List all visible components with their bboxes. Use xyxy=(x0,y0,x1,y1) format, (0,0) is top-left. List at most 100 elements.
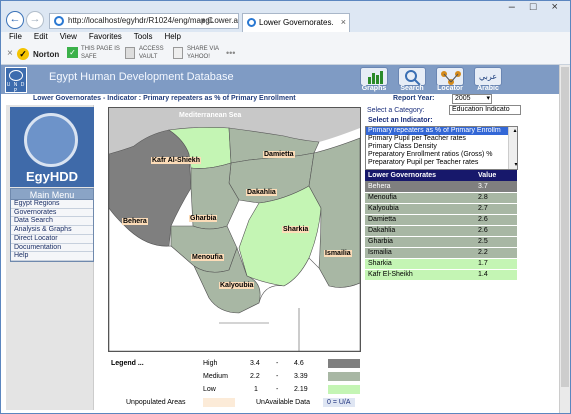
tab-title: Lower Governorates. xyxy=(259,18,334,27)
legend-title: Legend ... xyxy=(111,360,144,367)
search-button[interactable] xyxy=(398,67,426,86)
table-row[interactable]: Behera 3.7 xyxy=(365,181,517,193)
report-year-select[interactable]: 2005 ▾ xyxy=(452,94,492,104)
label-sharkia: Sharkia xyxy=(282,226,310,233)
locator-button[interactable] xyxy=(436,67,464,86)
scroll-down-icon[interactable]: ▾ xyxy=(511,161,517,169)
table-row[interactable]: Gharbia 2.5 xyxy=(365,236,517,248)
menu-item-data-search[interactable]: Data Search xyxy=(11,217,93,227)
map-svg xyxy=(108,108,361,352)
share-line1[interactable]: SHARE VIA xyxy=(187,46,219,52)
label-kafr-al-shiekh: Kafr Al-Shiekh xyxy=(151,157,201,164)
forward-button[interactable]: → xyxy=(26,11,44,29)
legend-medium-dash: - xyxy=(276,373,279,380)
legend-high-min: 3.4 xyxy=(250,360,260,367)
toolbar-close-icon[interactable]: × xyxy=(7,48,13,59)
category-select[interactable]: Education Indicato xyxy=(449,105,521,115)
scroll-up-icon[interactable]: ▴ xyxy=(511,127,517,135)
site-header: U N D P Egypt Human Development Database… xyxy=(1,65,559,94)
menu-item-egypt-regions[interactable]: Egypt Regions xyxy=(11,200,93,209)
table-body: Behera 3.7 Menoufia 2.8 Kalyoubia 2.7 Damietta… xyxy=(365,181,517,281)
indicator-label: Select an Indicator: xyxy=(368,117,433,124)
legend-unpopulated-label: Unpopulated Areas xyxy=(126,399,186,406)
safe-line1: THIS PAGE IS xyxy=(81,46,120,52)
legend-low-max: 2.19 xyxy=(294,386,308,393)
back-button[interactable]: ← xyxy=(6,11,24,29)
governorates-table: Lower Governorates Value Behera 3.7 Menouf… xyxy=(365,170,517,281)
arabic-label[interactable]: Arabic xyxy=(468,85,508,92)
menu-item-help[interactable]: Help xyxy=(11,252,93,261)
locator-label[interactable]: Locator xyxy=(430,85,470,92)
safe-check-icon: ✓ xyxy=(67,47,78,58)
menu-tools[interactable]: Tools xyxy=(134,32,153,41)
logo-text: EgyHDD xyxy=(25,169,78,184)
indicator-option-selected[interactable]: Primary repeaters as % of Primary Enroll… xyxy=(366,127,517,135)
menu-edit[interactable]: Edit xyxy=(34,32,48,41)
table-row[interactable]: Ismailia 2.2 xyxy=(365,247,517,259)
governorate-name: Dakahlia xyxy=(365,225,475,237)
legend-low-swatch xyxy=(328,385,360,394)
label-menoufia: Menoufia xyxy=(191,254,224,261)
search-label[interactable]: Search xyxy=(392,85,432,92)
indicator-option[interactable]: Preparatory Enrollment ratios (Gross) % xyxy=(366,151,517,159)
tab-close-icon[interactable]: × xyxy=(341,14,346,31)
indicator-list[interactable]: Primary repeaters as % of Primary Enroll… xyxy=(365,126,518,170)
arabic-icon: عربي xyxy=(478,72,498,81)
label-behera: Behera xyxy=(122,218,148,225)
governorate-name: Behera xyxy=(365,181,475,193)
menu-view[interactable]: View xyxy=(60,32,77,41)
menu-item-direct-locator[interactable]: Direct Locator xyxy=(11,235,93,244)
menu-item-governorates[interactable]: Governorates xyxy=(11,209,93,218)
menu-help[interactable]: Help xyxy=(164,32,180,41)
globe-icon xyxy=(24,113,78,167)
vault-line2[interactable]: VAULT xyxy=(139,54,157,60)
map-legend: Legend ... High 3.4 - 4.6 Medium 2.2 - 3… xyxy=(108,355,360,410)
table-row[interactable]: Damietta 2.6 xyxy=(365,214,517,226)
graphs-button[interactable] xyxy=(360,67,388,86)
browser-tab[interactable]: Lower Governorates. × xyxy=(242,13,350,32)
indicator-option[interactable]: Primary Pupil per Teacher rates xyxy=(366,135,517,143)
ie-tab-icon xyxy=(247,18,256,27)
arabic-button[interactable]: عربي xyxy=(474,67,502,86)
page-scrollbar[interactable] xyxy=(559,65,570,413)
main-menu-title: Main Menu xyxy=(10,188,94,200)
menu-item-documentation[interactable]: Documentation xyxy=(11,244,93,253)
refresh-icon[interactable]: ▾ C xyxy=(201,16,213,25)
share-line2[interactable]: YAHOO! xyxy=(187,54,210,60)
indicator-option[interactable]: Primary Class Density xyxy=(366,143,517,151)
governorate-name: Sharkia xyxy=(365,258,475,270)
indicator-option[interactable]: Preparatory Pupil per Teacher rates xyxy=(366,159,517,167)
table-row[interactable]: Kalyoubia 2.7 xyxy=(365,203,517,215)
un-emblem-icon xyxy=(9,70,23,81)
legend-unpopulated-swatch xyxy=(203,398,235,407)
menu-file[interactable]: File xyxy=(9,32,22,41)
label-dakahlia: Dakahlia xyxy=(246,189,277,196)
table-row[interactable]: Dakahlia 2.6 xyxy=(365,225,517,237)
governorates-map: Mediterranean Sea Kafr Al-Shiekh Damiett… xyxy=(108,107,361,352)
site-title: Egypt Human Development Database xyxy=(49,71,234,83)
ie-icon xyxy=(54,16,64,26)
category-value: Education Indicato xyxy=(452,106,510,113)
report-year-value: 2005 xyxy=(455,95,471,102)
menu-favorites[interactable]: Favorites xyxy=(89,32,122,41)
table-row[interactable]: Kafr El-Sheikh 1.4 xyxy=(365,269,517,281)
chevron-down-icon: ▾ xyxy=(486,95,490,102)
governorate-name: Kalyoubia xyxy=(365,203,475,215)
vault-line1[interactable]: ACCESS xyxy=(139,46,164,52)
legend-high-label: High xyxy=(203,360,218,367)
indicator-list-scrollbar[interactable]: ▴ ▾ xyxy=(508,127,517,169)
legend-medium-swatch xyxy=(328,372,360,381)
scrollbar-thumb[interactable] xyxy=(561,67,569,387)
more-icon[interactable]: ••• xyxy=(226,48,235,58)
main-menu-list: Egypt Regions Governorates Data Search A… xyxy=(10,200,94,262)
governorate-value: 2.5 xyxy=(475,236,517,248)
table-row[interactable]: Sharkia 1.7 xyxy=(365,258,517,270)
table-row[interactable]: Menoufia 2.8 xyxy=(365,192,517,204)
graphs-label[interactable]: Graphs xyxy=(354,85,394,92)
menu-item-analysis-graphs[interactable]: Analysis & Graphs xyxy=(11,226,93,235)
norton-label[interactable]: Norton xyxy=(33,50,59,59)
governorate-name: Damietta xyxy=(365,214,475,226)
column-header-value: Value xyxy=(475,170,517,181)
share-icon xyxy=(173,47,183,59)
window-controls[interactable]: – □ × xyxy=(509,1,564,13)
